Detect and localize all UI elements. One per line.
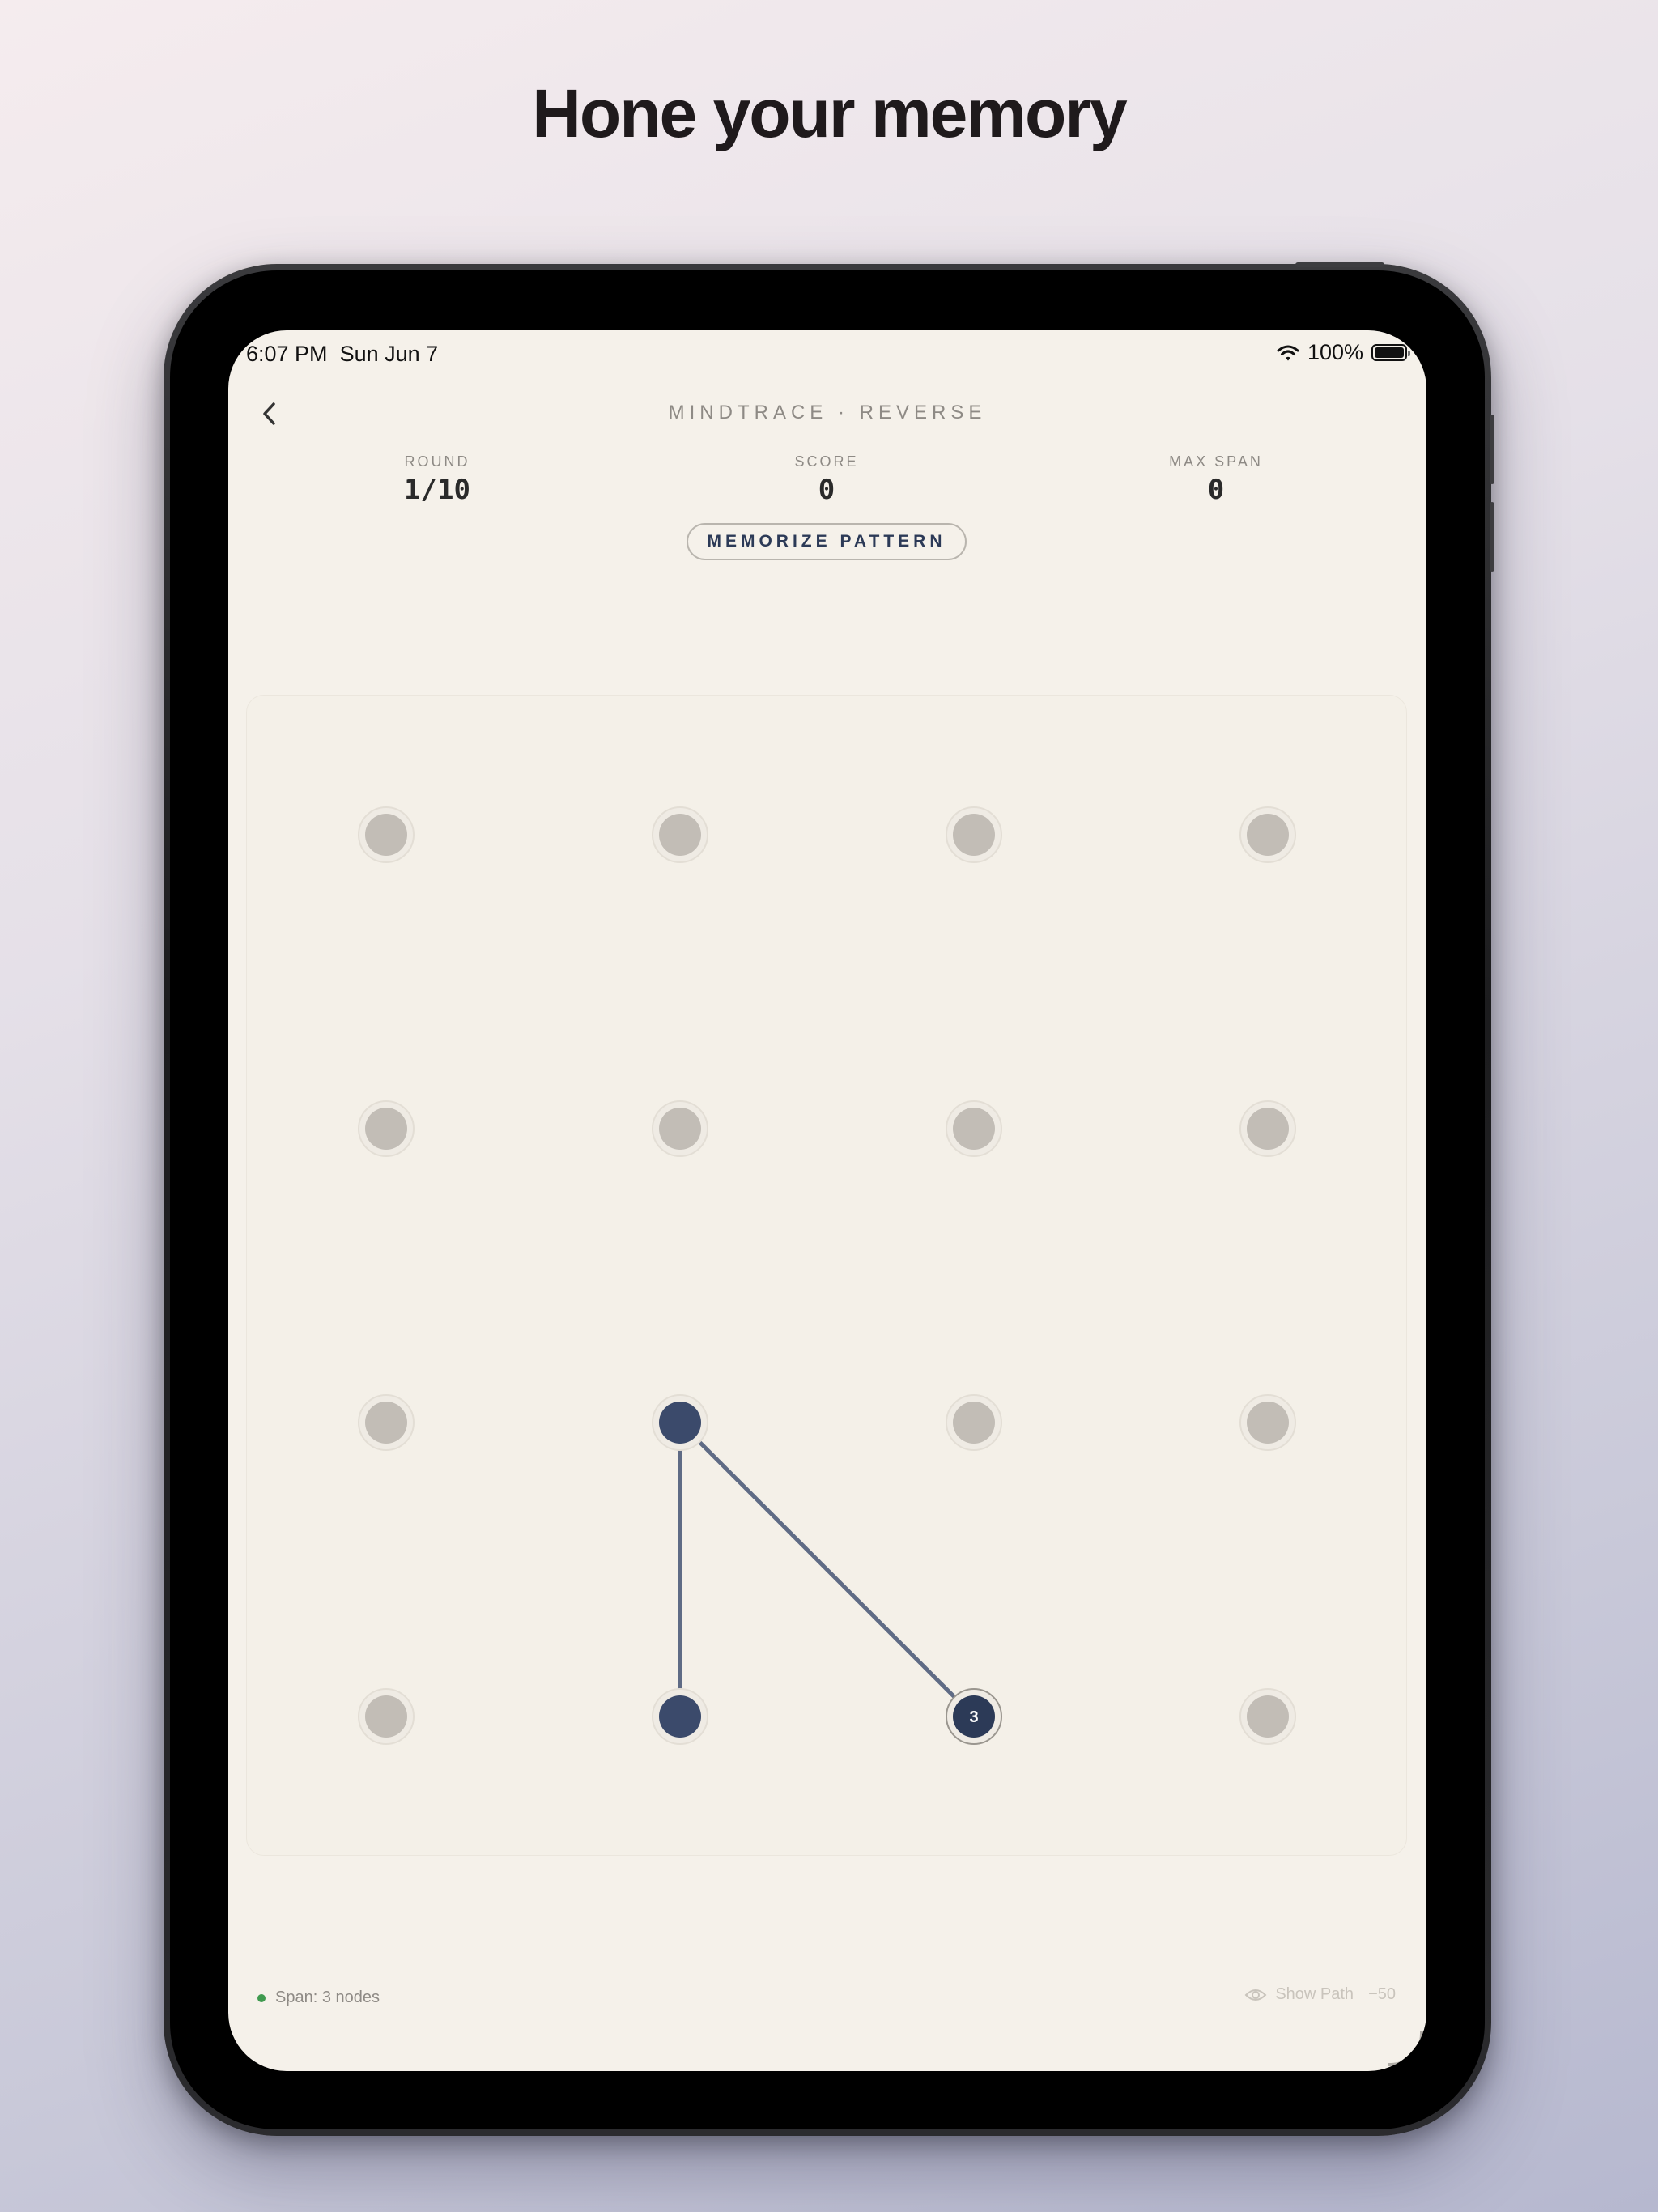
status-dot [257,1993,266,2002]
grid-node-r3c2[interactable] [652,1394,708,1451]
grid-node-r4c4[interactable] [1239,1688,1296,1745]
grid-node-r1c2[interactable] [652,806,708,863]
pattern-grid[interactable]: 3 [247,696,1408,1857]
top-button [1295,262,1384,267]
grid-node-r2c2[interactable] [652,1100,708,1157]
battery-icon [1371,344,1410,361]
node-sequence-label: 3 [969,1708,978,1726]
stat-score: SCORE 0 [729,453,924,506]
score-value: 0 [818,474,835,506]
wifi-icon [1277,345,1299,360]
max-span-value: 0 [1207,474,1225,506]
grid-node-r1c1[interactable] [358,806,414,863]
app-screen: 6:07 PM Sun Jun 7 100% MINDTRACE · REVER… [228,330,1426,2071]
grid-node-r3c3[interactable] [946,1394,1002,1451]
grid-node-r1c4[interactable] [1239,806,1296,863]
status-indicators: 100% [1277,340,1410,365]
round-value: 1/10 [404,474,470,506]
grid-node-r1c3[interactable] [946,806,1002,863]
show-path-label: Show Path [1275,1985,1354,2003]
headline: Hone your memory [532,75,1128,151]
status-clock: 6:07 PM Sun Jun 7 [246,342,438,367]
grid-node-r2c1[interactable] [358,1100,414,1157]
show-path-cost: −50 [1368,1985,1396,2003]
stat-round: ROUND 1/10 [340,453,534,506]
volume-down-button [1490,502,1494,572]
app-title: MINDTRACE · REVERSE [668,402,987,423]
span-text: Span: 3 nodes [275,1989,380,2006]
span-indicator: Span: 3 nodes [257,1989,380,2007]
grid-node-r2c4[interactable] [1239,1100,1296,1157]
pattern-board[interactable]: 3 [246,695,1407,1856]
phase-indicator: MEMORIZE PATTERN [687,523,967,560]
status-time: 6:07 PM [246,342,328,366]
stat-max-span: MAX SPAN 0 [1119,453,1313,506]
grid-node-r3c1[interactable] [358,1394,414,1451]
path-segment [678,1420,976,1719]
round-label: ROUND [404,453,470,470]
volume-up-button [1490,415,1494,484]
status-bar: 6:07 PM Sun Jun 7 100% [228,330,1426,379]
battery-percent: 100% [1307,340,1363,364]
status-date: Sun Jun 7 [339,342,439,366]
grid-node-r3c4[interactable] [1239,1394,1296,1451]
score-label: SCORE [794,453,859,470]
grid-node-r2c3[interactable] [946,1100,1002,1157]
grid-node-r4c3[interactable]: 3 [946,1688,1002,1745]
show-path-button[interactable]: Show Path −50 [1244,1985,1396,2004]
grid-node-r4c1[interactable] [358,1688,414,1745]
eye-icon [1244,1989,1267,2001]
max-span-label: MAX SPAN [1169,453,1263,470]
grid-node-r4c2[interactable] [652,1688,708,1745]
